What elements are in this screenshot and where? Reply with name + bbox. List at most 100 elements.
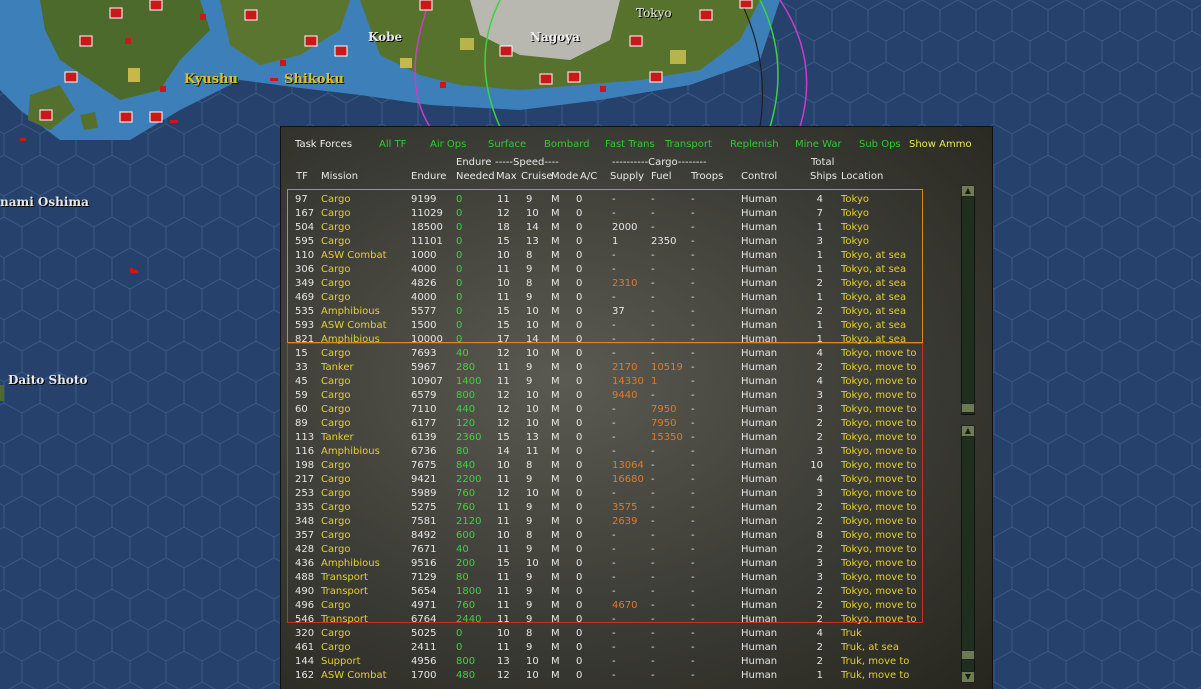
header-location[interactable]: Location: [841, 171, 883, 182]
scroll-up-arrow-icon[interactable]: ▲: [961, 185, 975, 197]
show-ammo-toggle[interactable]: Show Ammo: [909, 139, 972, 150]
task-force-row[interactable]: 217 Cargo 9421 2200 11 9 M 0 16680- - Human 4 Tokyo,…: [281, 473, 992, 487]
task-force-row[interactable]: 428 Cargo 7671 40 11 9 M 0 - - - Human 2 Tokyo, move …: [281, 543, 992, 557]
task-force-row[interactable]: 113 Tanker 6139 2360 15 13 M 0-15350- Human 2 Toky…: [281, 431, 992, 445]
header-supply[interactable]: Supply: [610, 171, 644, 182]
task-force-row[interactable]: 535 Amphibious 5577 0 15 10 M 0 37 - - Human 2 Tokyo,…: [281, 305, 992, 319]
task-force-row[interactable]: 59 Cargo 6579 800 12 10 M 0 9440 - - Human 3 Tokyo, m…: [281, 389, 992, 403]
cell-troops: -: [691, 390, 695, 401]
cell-ac: 0: [576, 488, 583, 499]
cell-troops: -: [691, 278, 695, 289]
cell-tf: 89: [295, 418, 308, 429]
cell-troops: -: [691, 656, 695, 667]
task-force-row[interactable]: 33 Tanker 5967 280 11 9 M 0 2170 10519- Human 2 Toky…: [281, 361, 992, 375]
cell-tf: 348: [295, 516, 315, 527]
task-force-row[interactable]: 97 Cargo 9199 0 11 9 M 0 - - - Human 4 Tokyo: [281, 193, 992, 207]
header-endure[interactable]: Endure: [411, 171, 446, 182]
scroll-down-arrow-icon[interactable]: ▼: [961, 671, 975, 683]
scroll-up-arrow-icon-2[interactable]: ▲: [961, 425, 975, 437]
task-force-row[interactable]: 593 ASW Combat 1500 0 15 10 M 0 - - - Human 1 Tokyo, …: [281, 319, 992, 333]
task-force-row[interactable]: 15 Cargo 7693 40 12 10 M 0 - - - Human 4 Tokyo, move …: [281, 347, 992, 361]
task-force-row[interactable]: 110 ASW Combat 1000 0 10 8 M 0 - - - Human 1 Tokyo, a…: [281, 249, 992, 263]
cell-mode: M: [551, 418, 560, 429]
task-force-row[interactable]: 496 Cargo 4971 760 11 9 M 0 4670 - - Human 2 Tokyo, m…: [281, 599, 992, 613]
cell-fuel: -: [651, 656, 655, 667]
tab-task-forces[interactable]: Task Forces: [295, 139, 352, 150]
cell-ships: 3: [816, 488, 823, 499]
header-control[interactable]: Control: [741, 171, 777, 182]
cell-mission: Amphibious: [321, 558, 380, 569]
task-force-row[interactable]: 335 Cargo 5275 760 11 9 M 0 3575 - - Human 2 Tokyo, m…: [281, 501, 992, 515]
header-needed[interactable]: Needed: [456, 171, 495, 182]
cell-tf: 428: [295, 544, 315, 555]
task-force-row[interactable]: 436 Amphibious 9516 200 15 10 M 0 - - - Human 3 Tokyo…: [281, 557, 992, 571]
task-force-row[interactable]: 89 Cargo 6177 120 12 10 M 0 - 7950 - Human 2 Tokyo, m…: [281, 417, 992, 431]
task-force-row[interactable]: 306 Cargo 4000 0 11 9 M 0 - - - Human 1 Tokyo, at sea: [281, 263, 992, 277]
task-force-row[interactable]: 461 Cargo 2411 0 11 9 M 0 - - - Human 2 Truk, at sea: [281, 641, 992, 655]
cell-needed: 40: [456, 348, 469, 359]
task-force-row[interactable]: 490 Transport 5654 1800 11 9 M 0 - - - Human 2 Tokyo,…: [281, 585, 992, 599]
tab-transport[interactable]: Transport: [665, 139, 712, 150]
scrollbar-thumb-2[interactable]: [961, 650, 975, 660]
scrollbar-track-lower[interactable]: [961, 425, 975, 683]
task-force-row[interactable]: 349 Cargo 4826 0 10 8 M 0 2310 - - Human 2 Tokyo, at …: [281, 277, 992, 291]
task-force-row[interactable]: 504 Cargo 18500 0 18 14 M 0 2000 - - Human 1 Tokyo: [281, 221, 992, 235]
cell-ships: 2: [816, 432, 823, 443]
tab-all-tf[interactable]: All TF: [379, 139, 406, 150]
header-troops[interactable]: Troops: [691, 171, 723, 182]
header-fuel[interactable]: Fuel: [651, 171, 671, 182]
tab-replenish[interactable]: Replenish: [730, 139, 779, 150]
task-force-row[interactable]: 198 Cargo 7675 840 10 8 M 0 13064- - Human 10 Tokyo,…: [281, 459, 992, 473]
task-force-row[interactable]: 488 Transport 7129 80 11 9 M 0 - - - Human 3 Tokyo, m…: [281, 571, 992, 585]
task-force-row[interactable]: 348 Cargo 7581 2120 11 9 M 0 2639 - - Human 2 Tokyo, …: [281, 515, 992, 529]
task-force-row[interactable]: 821 Amphibious 10000 0 17 14 M 0 - - - Human 1 Tokyo,…: [281, 333, 992, 347]
task-force-row[interactable]: 45 Cargo 10907 1400 11 9 M 0 14330 1 - Human 4 Tokyo,…: [281, 375, 992, 389]
cell-supply: 2639: [612, 516, 638, 527]
tab-sub-ops[interactable]: Sub Ops: [859, 139, 901, 150]
tab-fast-trans[interactable]: Fast Trans: [605, 139, 655, 150]
cell-ac: 0: [576, 320, 583, 331]
scrollbar-thumb[interactable]: [961, 403, 975, 413]
cell-needed: 80: [456, 446, 469, 457]
cell-control: Human: [741, 642, 778, 653]
cell-supply: -: [612, 194, 616, 205]
task-force-row[interactable]: 116 Amphibious 6736 80 14 11 M 0 - - - Human 3 Tokyo,…: [281, 445, 992, 459]
cell-troops: -: [691, 404, 695, 415]
header-mission[interactable]: Mission: [321, 171, 358, 182]
tab-mine-war[interactable]: Mine War: [795, 139, 842, 150]
task-force-row[interactable]: 253 Cargo 5989 760 12 10 M 0 - - - Human 3 Tokyo, mov…: [281, 487, 992, 501]
cell-ac: 0: [576, 628, 583, 639]
cell-control: Human: [741, 348, 778, 359]
task-force-row[interactable]: 60 Cargo 7110 440 12 10 M 0 - 7950 - Human 3 Tokyo, m…: [281, 403, 992, 417]
tab-air-ops[interactable]: Air Ops: [430, 139, 466, 150]
task-force-row[interactable]: 546 Transport 6764 2440 11 9 M 0 - - - Human 2 Tokyo,…: [281, 613, 992, 627]
scrollbar-track-upper[interactable]: [961, 185, 975, 415]
header-cruise[interactable]: Cruise: [521, 171, 553, 182]
cell-supply: -: [612, 250, 616, 261]
task-force-row[interactable]: 144 Support 4956 800 13 10 M 0 - - - Human 2 Truk, mo…: [281, 655, 992, 669]
cell-control: Human: [741, 208, 778, 219]
map-label-amami-oshima: nami Oshima: [0, 195, 89, 209]
cell-cruise: 10: [526, 390, 539, 401]
header-ac[interactable]: A/C: [580, 171, 597, 182]
cell-ac: 0: [576, 278, 583, 289]
cell-ships: 2: [816, 306, 823, 317]
task-force-row[interactable]: 320 Cargo 5025 0 10 8 M 0 - - - Human 4 Truk: [281, 627, 992, 641]
task-force-row[interactable]: 595 Cargo 11101 0 15 13 M 0 1 2350 - Human 3 Tokyo: [281, 235, 992, 249]
task-force-row[interactable]: 469 Cargo 4000 0 11 9 M 0 - - - Human 1 Tokyo, at sea: [281, 291, 992, 305]
list-scrollbar[interactable]: ▲ ▲ ▼: [961, 185, 975, 685]
cell-fuel: -: [651, 250, 655, 261]
cell-location: Truk: [841, 628, 862, 639]
task-force-row[interactable]: 167 Cargo 11029 0 12 10 M 0 - - - Human 7 Tokyo: [281, 207, 992, 221]
cell-ac: 0: [576, 418, 583, 429]
cell-ships: 3: [816, 236, 823, 247]
header-tf[interactable]: TF: [296, 171, 308, 182]
tab-bombard[interactable]: Bombard: [544, 139, 589, 150]
header-ships[interactable]: Ships: [810, 171, 837, 182]
tab-surface[interactable]: Surface: [488, 139, 526, 150]
header-max[interactable]: Max: [496, 171, 517, 182]
task-force-row[interactable]: 162 ASW Combat 1700 480 12 10 M 0 - - - Human 1 Truk,…: [281, 669, 992, 683]
header-mode[interactable]: Mode: [551, 171, 578, 182]
cell-fuel: 2350: [651, 236, 677, 247]
task-force-row[interactable]: 357 Cargo 8492 600 10 8 M 0 - - - Human 8 Tokyo, move…: [281, 529, 992, 543]
